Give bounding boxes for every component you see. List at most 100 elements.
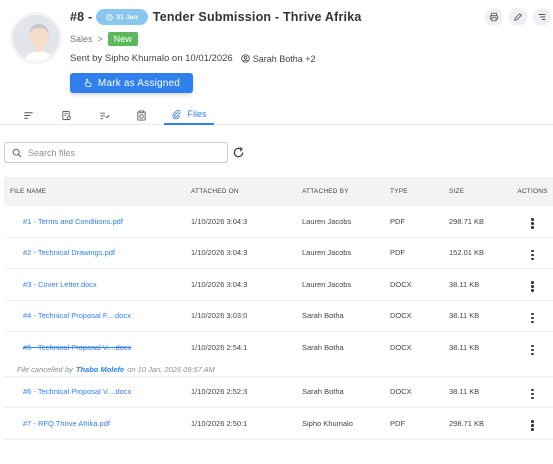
clock-icon — [106, 13, 114, 21]
header-attached-on[interactable]: ATTACHED ON — [191, 188, 302, 195]
table-row: #4 - Technical Proposal F....docx 1/10/2… — [4, 301, 553, 332]
size-cell: 38.11 KB — [449, 387, 480, 397]
files-table: FILE NAME ATTACHED ON ATTACHED BY TYPE S… — [4, 177, 553, 440]
ticket-name: Tender Submission - Thrive Afrika — [152, 10, 362, 24]
type-cell: PDF — [390, 248, 405, 258]
size-cell: 152.01 KB — [449, 248, 485, 258]
list-tree-icon — [538, 14, 546, 20]
edit-button[interactable] — [509, 8, 527, 26]
size-cell: 298.71 KB — [449, 216, 485, 226]
more-options-icon[interactable] — [531, 388, 534, 400]
assignees-text: Sarah Botha +2 — [252, 53, 316, 64]
tab-clipboard[interactable] — [133, 105, 149, 125]
lines-icon — [23, 111, 33, 119]
note-settings-icon — [61, 110, 71, 120]
mark-as-assigned-button[interactable]: Mark as Assigned — [70, 73, 193, 93]
breadcrumb: Sales > New — [70, 32, 138, 46]
more-options-icon[interactable] — [531, 420, 534, 431]
attached-on-cell: 1/10/2026 2:54:1 — [191, 343, 248, 353]
sent-info: Sent by Sipho Khumalo on 10/01/2026 Sara… — [70, 53, 316, 64]
file-link[interactable]: #4 - Technical Proposal F....docx — [23, 311, 131, 320]
cancel-note-suffix: on 10 Jan, 2026 09:57 AM — [127, 365, 215, 374]
file-link[interactable]: #6 - Technical Proposal V....docx — [23, 387, 131, 396]
tab-notes[interactable] — [58, 105, 74, 125]
attached-on-cell: 1/10/2026 3:04:3 — [191, 248, 248, 258]
attached-on-cell: 1/10/2026 3:04:3 — [191, 216, 248, 226]
cancel-note-prefix: File cancelled by — [17, 365, 73, 374]
user-circle-icon — [241, 54, 250, 63]
clipboard-clock-icon — [136, 110, 146, 121]
cancel-note-user: Thabo Molefe — [75, 365, 125, 374]
status-badge: New — [107, 32, 138, 46]
due-date-pill[interactable]: 31 Jan — [96, 9, 148, 25]
type-cell: DOCX — [390, 343, 412, 353]
more-options-icon[interactable] — [531, 344, 534, 356]
table-row: #6 - Technical Proposal V....docx 1/10/2… — [4, 377, 553, 408]
size-cell: 38.11 KB — [449, 343, 480, 353]
header-type[interactable]: TYPE — [390, 188, 449, 195]
attached-by-cell: Lauren Jacobs — [302, 279, 352, 289]
details-button[interactable] — [533, 8, 551, 26]
header-size[interactable]: SIZE — [449, 188, 512, 195]
header-actions: ACTIONS — [517, 188, 548, 195]
table-row-cancelled: #5 - Technical Proposal V....docx 1/10/2… — [4, 332, 553, 364]
header-file-name[interactable]: FILE NAME — [4, 188, 191, 195]
type-cell: DOCX — [390, 279, 412, 289]
file-link[interactable]: #1 - Terms and Conditions.pdf — [23, 217, 123, 226]
table-row: #2 - Technical Drawings.pdf 1/10/2026 3:… — [4, 238, 553, 269]
avatar — [10, 12, 62, 64]
refresh-icon[interactable] — [232, 146, 245, 159]
attached-by-cell: Sarah Botha — [302, 311, 344, 321]
type-cell: DOCX — [390, 387, 412, 397]
table-row: #3 - Cover Letter.docx 1/10/2026 3:04:3 … — [4, 269, 553, 301]
type-cell: DOCX — [390, 311, 412, 321]
search-box — [4, 142, 228, 163]
sent-by-text: Sent by Sipho Khumalo on 10/01/2026 — [70, 53, 233, 64]
file-link[interactable]: #3 - Cover Letter.docx — [23, 280, 97, 289]
mark-as-assigned-label: Mark as Assigned — [97, 77, 181, 89]
file-link[interactable]: #7 - RFQ Thrive Afrika.pdf — [23, 419, 110, 428]
size-cell: 38.11 KB — [449, 279, 480, 289]
file-link[interactable]: #2 - Technical Drawings.pdf — [23, 248, 115, 257]
tab-tasks[interactable] — [96, 105, 112, 125]
more-options-icon[interactable] — [531, 218, 534, 229]
attached-by-cell: Lauren Jacobs — [302, 248, 352, 258]
user-avatar-icon — [13, 15, 59, 61]
ticket-title: #8 - 31 Jan Tender Submission - Thrive A… — [70, 8, 362, 26]
tab-files[interactable]: Files — [164, 105, 214, 125]
type-cell: PDF — [390, 216, 405, 226]
breadcrumb-separator: > — [97, 34, 103, 44]
print-button[interactable] — [485, 8, 503, 26]
tab-bar: Files — [0, 101, 553, 125]
due-date-text: 31 Jan — [116, 13, 138, 21]
paperclip-icon — [172, 109, 181, 119]
header-attached-by[interactable]: ATTACHED BY — [302, 188, 390, 195]
attached-by-cell: Lauren Jacobs — [302, 216, 352, 226]
file-link[interactable]: #5 - Technical Proposal V....docx — [23, 343, 131, 352]
size-cell: 38.11 KB — [449, 311, 480, 321]
table-row: #1 - Terms and Conditions.pdf 1/10/2026 … — [4, 206, 553, 238]
attached-by-cell: Sarah Botha — [302, 343, 344, 353]
assignees[interactable]: Sarah Botha +2 — [241, 54, 316, 64]
attached-on-cell: 1/10/2026 2:50:1 — [191, 418, 248, 428]
tab-details[interactable] — [20, 105, 36, 125]
search-input[interactable] — [28, 147, 218, 158]
attached-on-cell: 1/10/2026 3:04:3 — [191, 279, 248, 289]
more-options-icon[interactable] — [531, 281, 534, 292]
attached-on-cell: 1/10/2026 2:52:3 — [191, 387, 248, 397]
attached-on-cell: 1/10/2026 3:03:0 — [191, 311, 248, 321]
search-icon — [12, 148, 22, 157]
checklist-icon — [99, 112, 110, 119]
header-actions — [485, 8, 551, 26]
pencil-icon — [514, 13, 522, 21]
printer-icon — [489, 12, 499, 22]
attached-by-cell: Sarah Botha — [302, 387, 344, 397]
attached-by-cell: Sipho Khumalo — [302, 418, 353, 428]
more-options-icon[interactable] — [531, 312, 534, 324]
more-options-icon[interactable] — [531, 249, 534, 261]
breadcrumb-section[interactable]: Sales — [70, 34, 93, 44]
size-cell: 298.71 KB — [449, 418, 485, 428]
tab-files-label: Files — [187, 109, 207, 119]
table-row: #7 - RFQ Thrive Afrika.pdf 1/10/2026 2:5… — [4, 408, 553, 440]
hand-pointer-icon — [84, 78, 92, 87]
